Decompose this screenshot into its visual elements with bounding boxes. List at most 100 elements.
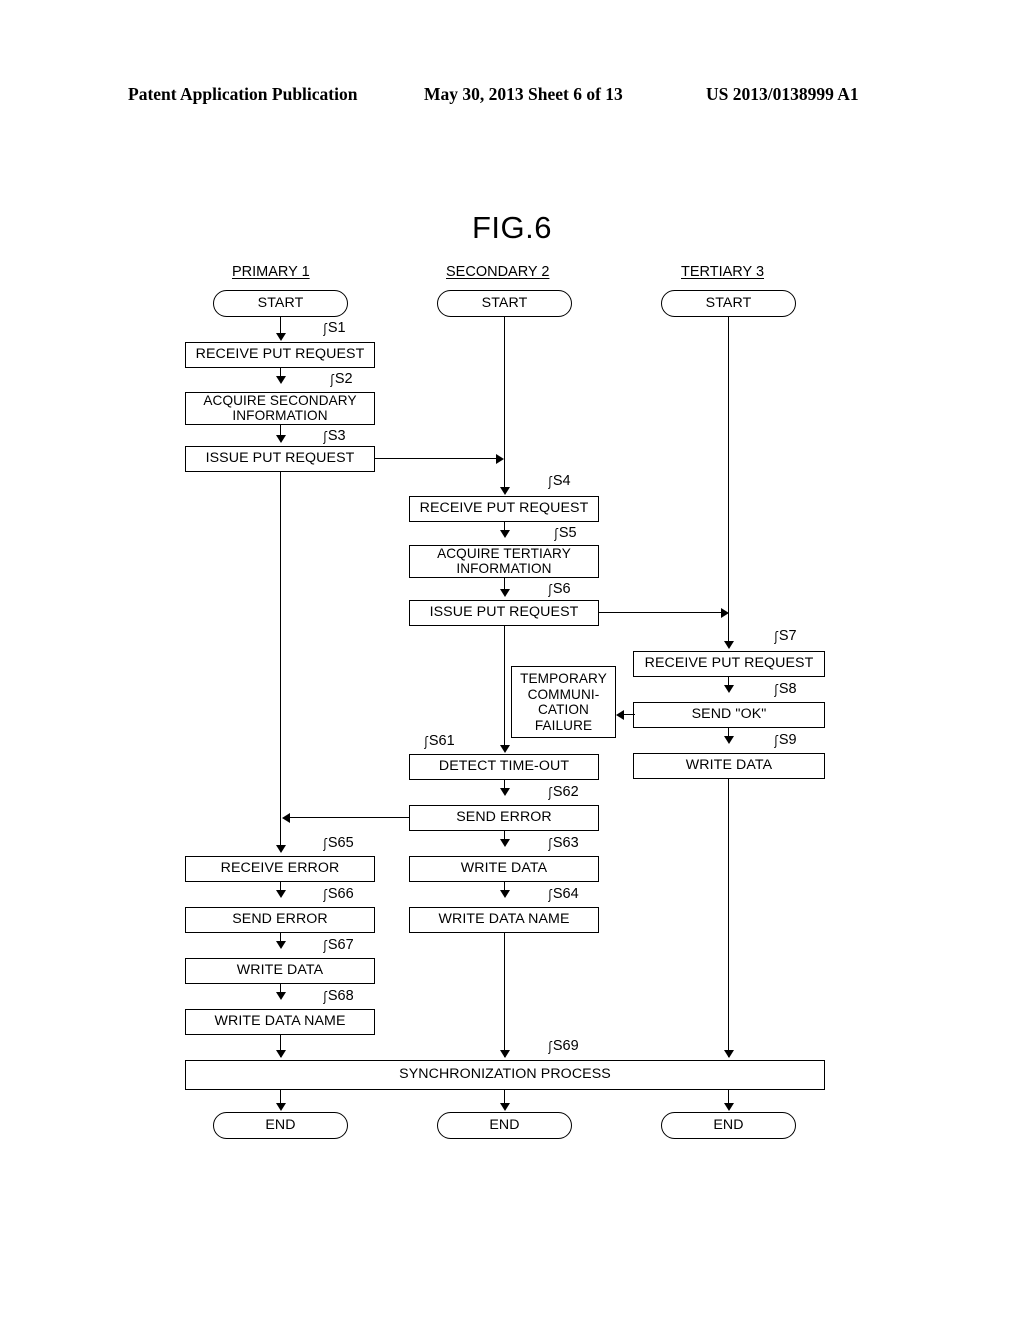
end-terminal-primary: END xyxy=(213,1112,348,1139)
arrowhead-s66-to-s67 xyxy=(275,941,286,949)
step-leader-icon: ʃ xyxy=(323,322,328,337)
arrowhead-s2-to-s3 xyxy=(275,435,286,443)
arrowhead-tertiary-to-s7 xyxy=(723,641,734,649)
step-box-s2: ACQUIRE SECONDARY INFORMATION xyxy=(185,392,375,425)
step-label-s8: ʃS8 xyxy=(774,681,797,698)
arrowhead-s62-to-s63 xyxy=(499,839,510,847)
arrowhead-s65-to-s66 xyxy=(275,890,286,898)
step-label-s68: ʃS68 xyxy=(323,988,354,1005)
arrowhead-s67-to-s68 xyxy=(275,992,286,1000)
step-box-s9: WRITE DATA xyxy=(633,753,825,779)
step-box-s8: SEND "OK" xyxy=(633,702,825,728)
step-box-s1: RECEIVE PUT REQUEST xyxy=(185,342,375,368)
annotation-temporary-communication-failure: TEMPORARY COMMUNI- CATION FAILURE xyxy=(511,666,616,738)
patent-figure-page: Patent Application Publication May 30, 2… xyxy=(0,0,1024,1320)
step-label-s9: ʃS9 xyxy=(774,732,797,749)
arrowhead-s64-to-sync xyxy=(499,1050,510,1058)
end-terminal-tertiary: END xyxy=(661,1112,796,1139)
arrowhead-sync-to-end-secondary xyxy=(499,1103,510,1111)
arrowhead-s62-to-primary xyxy=(282,812,290,823)
arrowhead-s8-to-failure xyxy=(616,709,624,720)
step-leader-icon: ʃ xyxy=(323,990,328,1005)
column-heading-tertiary: TERTIARY 3 xyxy=(681,264,765,280)
step-label-s6: ʃS6 xyxy=(548,581,571,598)
step-label-s4: ʃS4 xyxy=(548,473,571,490)
arrowhead-s9-to-sync xyxy=(723,1050,734,1058)
step-box-s7: RECEIVE PUT REQUEST xyxy=(633,651,825,677)
step-leader-icon: ʃ xyxy=(424,735,429,750)
figure-title: FIG.6 xyxy=(471,210,552,245)
step-label-s1: ʃS1 xyxy=(323,320,346,337)
connector-s64-to-sync xyxy=(504,933,505,1057)
step-label-s2: ʃS2 xyxy=(330,371,353,388)
arrowhead-s4-to-s5 xyxy=(499,530,510,538)
patent-number: US 2013/0138999 A1 xyxy=(706,84,859,104)
connector-s6-to-tertiary xyxy=(599,612,726,613)
column-heading-secondary: SECONDARY 2 xyxy=(446,264,550,280)
step-label-s66: ʃS66 xyxy=(323,886,354,903)
step-label-s61: ʃS61 xyxy=(424,733,455,750)
step-label-s63: ʃS63 xyxy=(548,835,579,852)
step-leader-icon: ʃ xyxy=(330,373,335,388)
connector-tertiary-start-spine xyxy=(728,317,729,643)
step-box-s6: ISSUE PUT REQUEST xyxy=(409,600,599,626)
arrowhead-s1-to-s2 xyxy=(275,376,286,384)
step-label-s69: ʃS69 xyxy=(548,1038,579,1055)
step-label-s65: ʃS65 xyxy=(323,835,354,852)
arrowhead-s8-to-s9 xyxy=(723,736,734,744)
step-leader-icon: ʃ xyxy=(323,888,328,903)
step-leader-icon: ʃ xyxy=(548,786,553,801)
date-sheet-label: May 30, 2013 Sheet 6 of 13 xyxy=(424,84,623,104)
connector-primary-spine xyxy=(280,472,281,849)
step-box-s5: ACQUIRE TERTIARY INFORMATION xyxy=(409,545,599,578)
arrowhead-sync-to-end-primary xyxy=(275,1103,286,1111)
arrowhead-s63-to-s64 xyxy=(499,890,510,898)
step-box-s64: WRITE DATA NAME xyxy=(409,907,599,933)
step-leader-icon: ʃ xyxy=(548,837,553,852)
step-leader-icon: ʃ xyxy=(323,430,328,445)
step-label-s5: ʃS5 xyxy=(554,525,577,542)
publication-label: Patent Application Publication xyxy=(128,84,358,104)
arrowhead-s61-to-s62 xyxy=(499,788,510,796)
step-leader-icon: ʃ xyxy=(554,527,559,542)
step-leader-icon: ʃ xyxy=(548,583,553,598)
connector-s62-to-primary xyxy=(289,817,409,818)
connector-secondary-spine-to-s61 xyxy=(504,626,505,750)
step-box-s4: RECEIVE PUT REQUEST xyxy=(409,496,599,522)
step-box-s62: SEND ERROR xyxy=(409,805,599,831)
arrowhead-sync-to-end-tertiary xyxy=(723,1103,734,1111)
step-label-s64: ʃS64 xyxy=(548,886,579,903)
step-label-s3: ʃS3 xyxy=(323,428,346,445)
step-label-s7: ʃS7 xyxy=(774,628,797,645)
arrowhead-secondary-to-s61 xyxy=(499,745,510,753)
arrowhead-s5-to-s6 xyxy=(499,589,510,597)
step-leader-icon: ʃ xyxy=(774,683,779,698)
column-heading-primary: PRIMARY 1 xyxy=(232,264,310,280)
arrowhead-s7-to-s8 xyxy=(723,685,734,693)
step-leader-icon: ʃ xyxy=(548,888,553,903)
start-terminal-tertiary: START xyxy=(661,290,796,317)
arrowhead-primary-spine-to-s65 xyxy=(275,845,286,853)
step-label-s67: ʃS67 xyxy=(323,937,354,954)
step-box-s63: WRITE DATA xyxy=(409,856,599,882)
arrowhead-s3-to-secondary xyxy=(496,453,504,464)
arrowhead-s68-to-sync xyxy=(275,1050,286,1058)
step-box-s67: WRITE DATA xyxy=(185,958,375,984)
step-box-s68: WRITE DATA NAME xyxy=(185,1009,375,1035)
connector-s8-to-failure xyxy=(623,714,635,715)
step-box-s61: DETECT TIME-OUT xyxy=(409,754,599,780)
step-leader-icon: ʃ xyxy=(774,630,779,645)
step-leader-icon: ʃ xyxy=(323,939,328,954)
connector-s3-to-secondary xyxy=(375,458,501,459)
step-box-s66: SEND ERROR xyxy=(185,907,375,933)
step-leader-icon: ʃ xyxy=(323,837,328,852)
step-box-s69-synchronization: SYNCHRONIZATION PROCESS xyxy=(185,1060,825,1090)
connector-s9-to-sync xyxy=(728,779,729,1057)
step-label-s62: ʃS62 xyxy=(548,784,579,801)
connector-secondary-start-spine xyxy=(504,317,505,489)
start-terminal-primary: START xyxy=(213,290,348,317)
step-leader-icon: ʃ xyxy=(548,1040,553,1055)
step-leader-icon: ʃ xyxy=(774,734,779,749)
start-terminal-secondary: START xyxy=(437,290,572,317)
step-box-s65: RECEIVE ERROR xyxy=(185,856,375,882)
